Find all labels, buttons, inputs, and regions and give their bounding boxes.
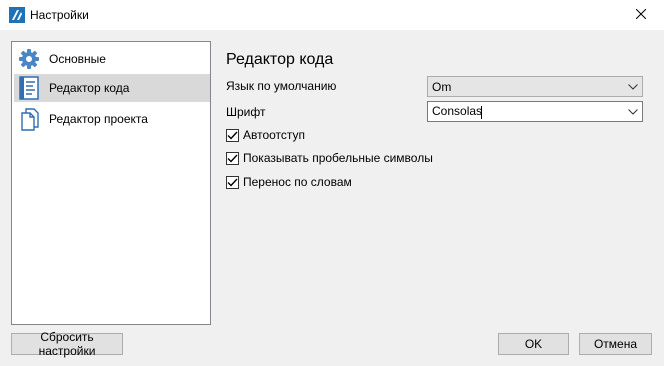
font-value: Consolas [432, 104, 483, 119]
show-whitespace-label: Показывать пробельные символы [243, 151, 433, 165]
code-document-icon [17, 76, 41, 100]
chevron-down-icon[interactable] [624, 102, 642, 121]
checkbox-box[interactable] [226, 151, 239, 165]
gear-icon [17, 47, 41, 71]
show-whitespace-checkbox[interactable]: Показывать пробельные символы [226, 150, 433, 166]
project-document-icon [17, 107, 41, 131]
ok-button[interactable]: OK [498, 333, 569, 355]
font-label: Шрифт [226, 105, 266, 119]
sidebar-item-general[interactable]: Основные [14, 45, 210, 73]
text-caret [481, 105, 483, 119]
chevron-down-icon [624, 77, 642, 96]
word-wrap-label: Перенос по словам [243, 175, 352, 189]
reset-settings-button[interactable]: Сбросить настройки [11, 330, 123, 358]
checkbox-box[interactable] [226, 128, 239, 142]
auto-indent-label: Автоотступ [243, 128, 306, 142]
sidebar-item-project-editor[interactable]: Редактор проекта [14, 105, 210, 133]
word-wrap-checkbox[interactable]: Перенос по словам [226, 174, 352, 190]
sidebar-item-label: Редактор проекта [49, 112, 148, 126]
sidebar-item-code-editor[interactable]: Редактор кода [14, 74, 210, 102]
default-language-value: Om [432, 79, 452, 94]
default-language-select[interactable]: Om [427, 76, 643, 97]
auto-indent-checkbox[interactable]: Автоотступ [226, 127, 305, 143]
close-icon [635, 8, 647, 22]
default-language-label: Язык по умолчанию [226, 79, 337, 93]
font-combobox[interactable]: Consolas [427, 101, 643, 122]
checkbox-box[interactable] [226, 175, 239, 189]
settings-category-list[interactable]: Основные Редактор кода Редактор проекта [11, 41, 211, 325]
section-title: Редактор кода [226, 51, 334, 68]
sidebar-item-label: Редактор кода [49, 81, 130, 95]
title-bar: Настройки [0, 0, 664, 30]
close-button[interactable] [618, 0, 664, 30]
window-title: Настройки [30, 8, 89, 22]
sidebar-item-label: Основные [49, 52, 106, 66]
cancel-button[interactable]: Отмена [579, 333, 652, 355]
app-logo-icon [9, 7, 25, 23]
